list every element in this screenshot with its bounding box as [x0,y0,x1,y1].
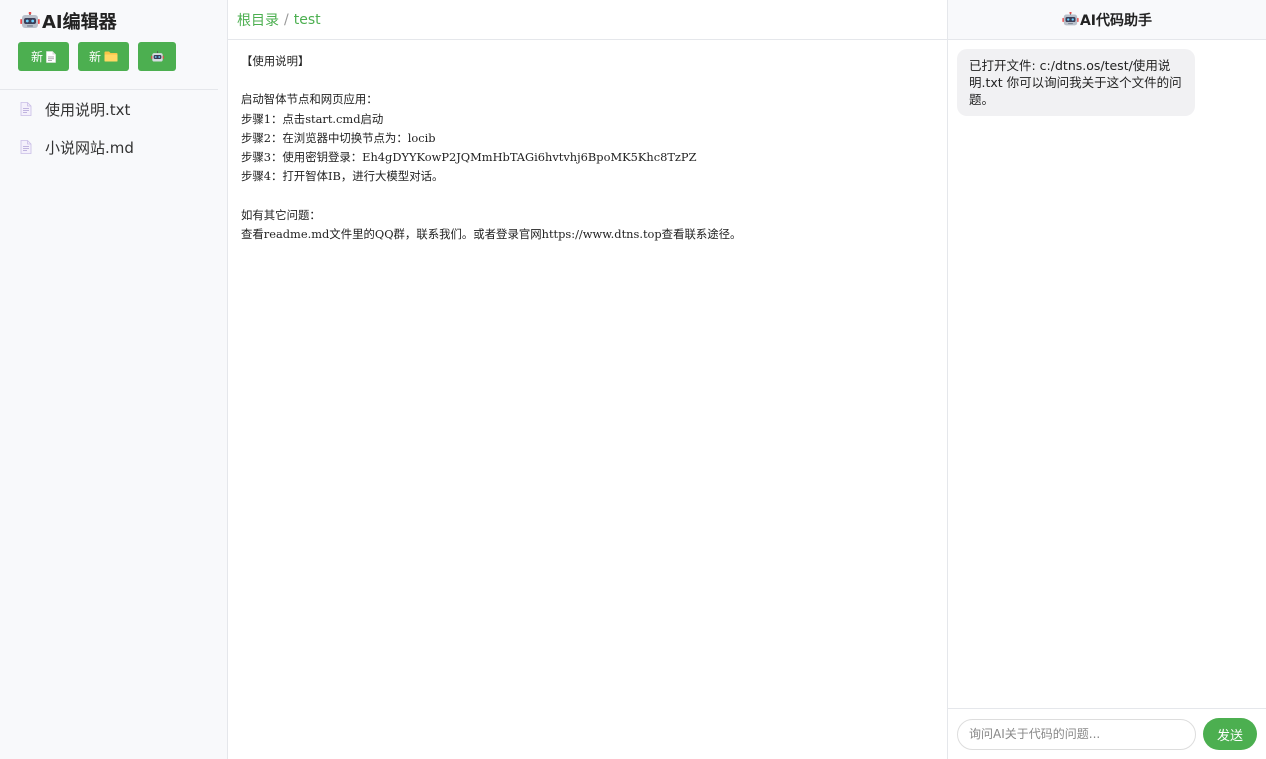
breadcrumb-separator: / [284,11,289,28]
ai-assistant-button[interactable] [138,42,176,71]
send-button[interactable]: 发送 [1203,718,1257,750]
editor-pane: 根目录 / test [228,0,948,759]
robot-icon [150,50,164,63]
app-window: AI编辑器 新 新 使用说明.txt 小说网站.md 根目录 / test 【使… [0,0,1266,759]
breadcrumb-root[interactable]: 根目录 [237,10,279,30]
file-name: 使用说明.txt [45,100,131,119]
new-folder-label: 新 [88,50,101,64]
file-list: 使用说明.txt 小说网站.md [0,90,227,166]
new-file-button[interactable]: 新 [18,42,69,71]
sidebar-toolbar: 新 新 [0,42,218,90]
ai-chat-panel: AI代码助手 已打开文件: c:/dtns.os/test/使用说明.txt 你… [948,0,1266,759]
new-file-label: 新 [30,50,43,64]
app-title: AI编辑器 [0,0,227,42]
editor-textarea[interactable] [228,40,947,759]
chat-header: AI代码助手 [948,0,1266,40]
file-name: 小说网站.md [45,138,134,157]
sidebar: AI编辑器 新 新 使用说明.txt 小说网站.md [0,0,228,759]
assistant-message: 已打开文件: c:/dtns.os/test/使用说明.txt 你可以询问我关于… [957,49,1195,116]
chat-messages: 已打开文件: c:/dtns.os/test/使用说明.txt 你可以询问我关于… [948,40,1266,708]
breadcrumb: 根目录 / test [228,0,947,40]
file-text-icon [20,102,32,116]
chat-title: AI代码助手 [1079,12,1153,29]
chat-input[interactable] [957,718,1196,750]
chat-input-bar: 发送 [948,708,1266,759]
new-folder-button[interactable]: 新 [78,42,129,71]
breadcrumb-current[interactable]: test [294,12,321,28]
file-text-icon [20,140,32,154]
app-title-text: AI编辑器 [42,12,117,33]
robot-icon [1062,12,1079,27]
file-item[interactable]: 使用说明.txt [0,90,227,128]
file-item[interactable]: 小说网站.md [0,128,227,166]
folder-icon [104,51,118,62]
robot-icon [20,12,40,30]
file-icon [46,50,56,63]
